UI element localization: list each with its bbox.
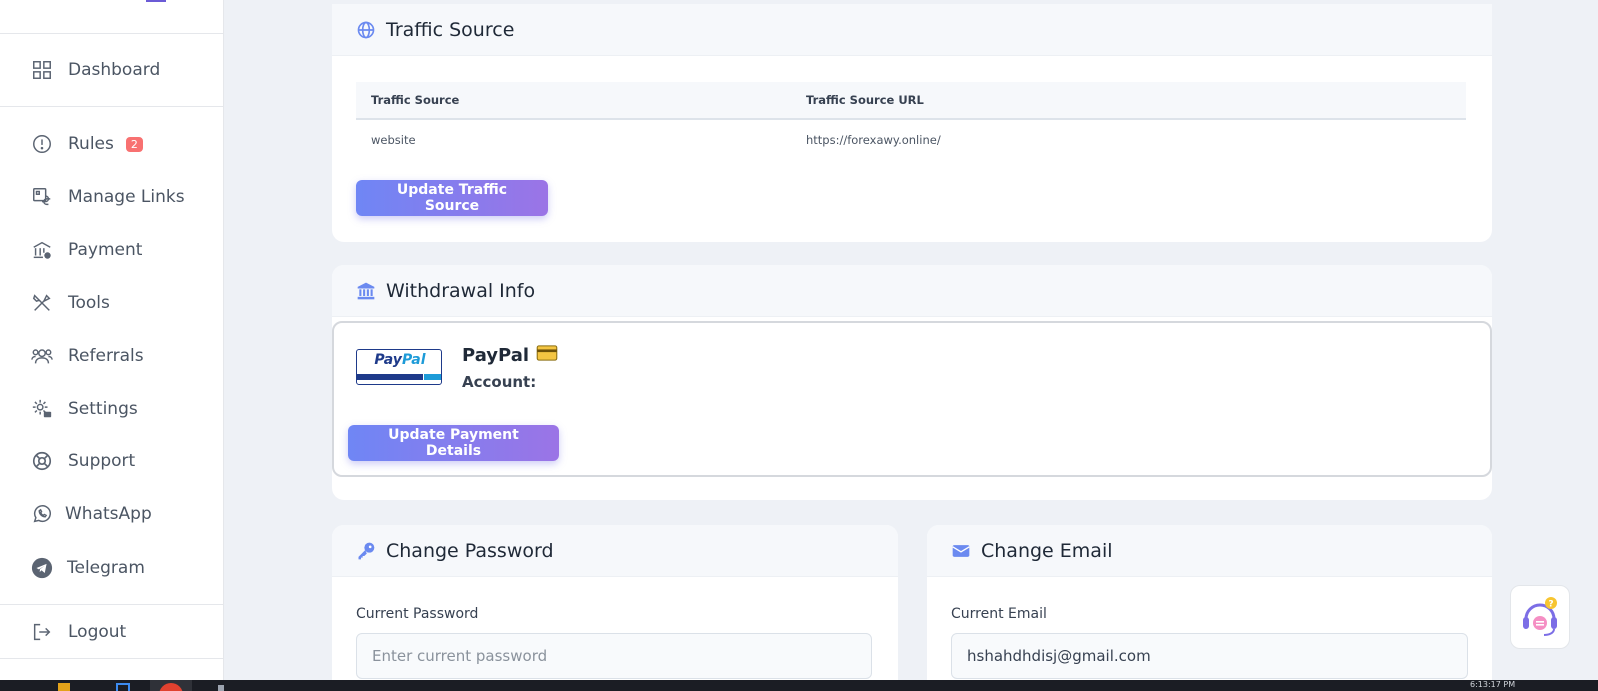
sidebar-item-label: Logout <box>68 622 127 642</box>
change-email-card: Change Email Current Email <box>927 525 1492 691</box>
paypal-logo: PayPal <box>356 349 442 385</box>
sidebar-item-label: Referrals <box>68 346 144 366</box>
app-window-icon[interactable] <box>116 683 130 691</box>
current-password-label: Current Password <box>356 606 479 622</box>
change-password-card: Change Password Current Password <box>332 525 898 691</box>
sidebar-item-tools[interactable]: Tools <box>30 288 110 318</box>
current-password-input[interactable] <box>356 633 872 679</box>
sidebar-item-label: WhatsApp <box>65 504 152 524</box>
telegram-icon <box>30 556 54 580</box>
envelope-icon <box>951 541 971 561</box>
svg-text:?: ? <box>1548 600 1553 610</box>
sidebar-item-telegram[interactable]: Telegram <box>30 553 145 583</box>
table-header: Traffic Source Traffic Source URL <box>356 82 1466 120</box>
logo-fragment <box>146 0 166 2</box>
column-header: Traffic Source <box>371 93 460 107</box>
sidebar-item-dashboard[interactable]: Dashboard <box>30 55 160 85</box>
table-row: website https://forexawy.online/ <box>356 120 1466 160</box>
browser-taskbar-button[interactable] <box>150 680 192 691</box>
column-header: Traffic Source URL <box>806 93 924 107</box>
whatsapp-icon <box>30 502 54 526</box>
taskbar-clock: 6:13:17 PM <box>1470 680 1516 689</box>
link-icon <box>30 185 54 209</box>
sidebar-divider <box>0 658 224 659</box>
sidebar-item-label: Dashboard <box>68 60 161 80</box>
change-password-header: Change Password <box>332 525 898 577</box>
traffic-source-header: Traffic Source <box>332 4 1492 56</box>
sidebar-item-rules[interactable]: Rules 2 <box>30 129 143 159</box>
lifebuoy-icon <box>30 449 54 473</box>
bank-icon <box>356 281 376 301</box>
sidebar-item-payment[interactable]: Payment <box>30 235 142 265</box>
bank-icon <box>30 238 54 262</box>
update-traffic-source-button[interactable]: Update Traffic Source <box>356 180 548 216</box>
sidebar-item-settings[interactable]: Settings <box>30 394 138 424</box>
globe-icon <box>356 20 376 40</box>
help-support-widget[interactable]: ? <box>1510 585 1570 649</box>
traffic-source-card: Traffic Source Traffic Source Traffic So… <box>332 4 1492 242</box>
sidebar-divider <box>0 33 224 34</box>
app-icon[interactable] <box>218 685 224 691</box>
sidebar: Dashboard Rules 2 Manage Links Payment T… <box>0 0 224 691</box>
card-title: Change Email <box>981 539 1113 562</box>
withdrawal-info-header: Withdrawal Info <box>332 265 1492 317</box>
update-payment-details-button[interactable]: Update Payment Details <box>348 425 559 461</box>
grid-icon <box>30 58 54 82</box>
paypal-logo-text: Pal <box>401 352 426 368</box>
tools-icon <box>30 291 54 315</box>
sidebar-item-manage-links[interactable]: Manage Links <box>30 182 185 212</box>
sidebar-item-label: Telegram <box>67 558 145 578</box>
withdrawal-info-card: Withdrawal Info PayPal PayPal Account: U… <box>332 265 1492 500</box>
key-icon <box>356 541 376 561</box>
os-taskbar: 6:13:17 PM <box>0 680 1598 691</box>
sidebar-divider <box>0 106 224 107</box>
sidebar-item-label: Support <box>68 451 136 471</box>
current-email-label: Current Email <box>951 606 1047 622</box>
alert-circle-icon <box>30 132 54 156</box>
paypal-method-box: PayPal PayPal Account: Update Payment De… <box>332 321 1492 477</box>
sidebar-item-label: Manage Links <box>68 187 185 207</box>
sidebar-item-whatsapp[interactable]: WhatsApp <box>30 499 152 529</box>
traffic-source-table: Traffic Source Traffic Source URL websit… <box>356 82 1466 160</box>
sidebar-divider <box>0 604 224 605</box>
sidebar-item-label: Rules <box>68 134 114 154</box>
card-title: Withdrawal Info <box>386 279 536 302</box>
sidebar-item-label: Payment <box>68 240 143 260</box>
payment-method-name: PayPal <box>462 345 558 366</box>
logout-icon <box>30 620 54 644</box>
current-email-input[interactable] <box>951 633 1468 679</box>
payment-method-label: PayPal <box>462 345 530 366</box>
sidebar-item-label: Tools <box>68 293 110 313</box>
users-icon <box>30 344 54 368</box>
account-label: Account: <box>462 373 537 391</box>
card-title: Traffic Source <box>386 18 515 41</box>
gear-icon <box>30 397 54 421</box>
sidebar-item-label: Settings <box>68 399 138 419</box>
paypal-logo-text: Pay <box>374 352 402 368</box>
sidebar-item-referrals[interactable]: Referrals <box>30 341 144 371</box>
rules-count-badge: 2 <box>125 136 143 152</box>
table-cell: website <box>371 133 416 147</box>
browser-icon <box>159 683 183 691</box>
table-cell: https://forexawy.online/ <box>806 133 941 147</box>
credit-card-icon <box>536 345 558 366</box>
sidebar-item-support[interactable]: Support <box>30 446 135 476</box>
file-explorer-icon[interactable] <box>58 683 70 691</box>
card-title: Change Password <box>386 539 554 562</box>
headset-support-icon: ? <box>1518 593 1562 641</box>
sidebar-item-logout[interactable]: Logout <box>30 617 126 647</box>
change-email-header: Change Email <box>927 525 1492 577</box>
